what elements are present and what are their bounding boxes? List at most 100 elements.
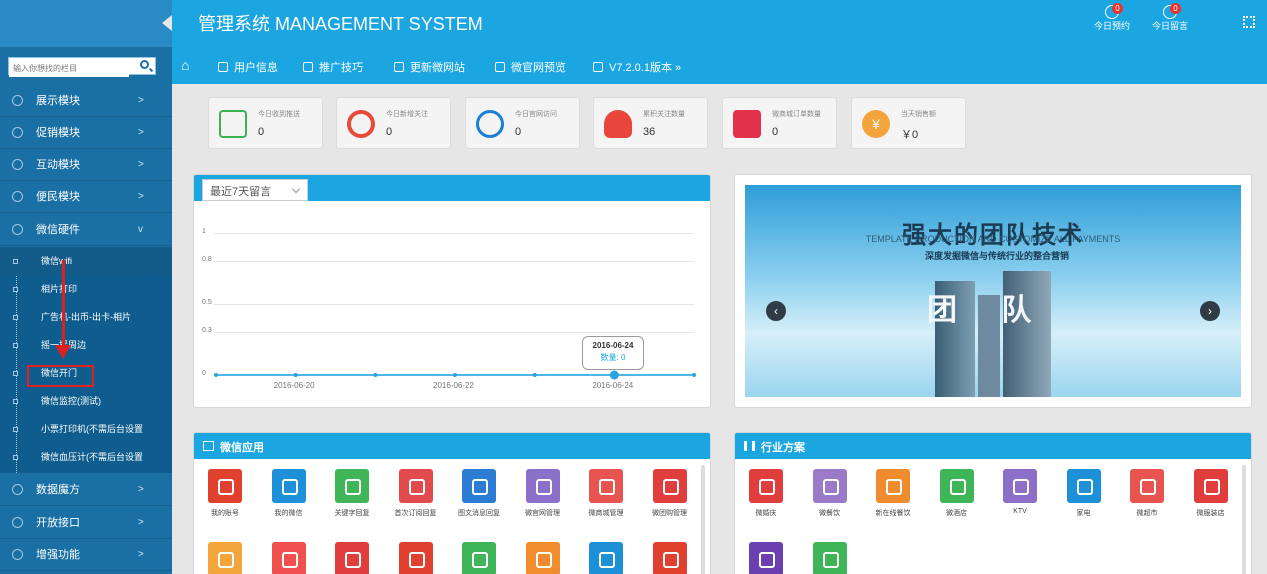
app-tile[interactable]: 微服装店 bbox=[1182, 469, 1240, 518]
app-icon bbox=[335, 469, 369, 503]
tooltip-date: 2016-06-24 bbox=[592, 341, 634, 350]
app-tile[interactable]: 微餐饮 bbox=[801, 469, 859, 518]
stat-title: 今日官网访问 bbox=[515, 111, 557, 118]
nav-user-info[interactable]: 用户信息 bbox=[218, 59, 278, 75]
app-icon bbox=[525, 542, 560, 574]
scrollbar[interactable] bbox=[1242, 465, 1246, 574]
search-input[interactable] bbox=[9, 60, 129, 77]
app-tile[interactable] bbox=[737, 542, 795, 574]
qrcode-icon[interactable] bbox=[1243, 16, 1255, 28]
app-tile[interactable] bbox=[323, 542, 381, 574]
menu-data[interactable]: 数据魔方 > bbox=[0, 474, 172, 506]
data-point[interactable] bbox=[532, 373, 537, 377]
app-icon bbox=[749, 542, 783, 574]
menu-promotion[interactable]: 促销模块 > bbox=[0, 117, 172, 149]
data-point[interactable] bbox=[293, 373, 298, 377]
tree-node-icon bbox=[13, 427, 18, 432]
app-tile[interactable] bbox=[450, 542, 508, 574]
bar-chart-icon bbox=[744, 441, 755, 451]
app-tile[interactable] bbox=[801, 542, 859, 574]
menu-service[interactable]: 便民模块 > bbox=[0, 181, 172, 213]
chevron-right-icon: > bbox=[138, 484, 144, 495]
app-tile[interactable]: 图文消息回复 bbox=[450, 469, 508, 518]
app-tile[interactable]: 微超市 bbox=[1118, 469, 1176, 518]
appointment-button[interactable]: 0 今日预约 bbox=[1094, 3, 1130, 32]
app-tile[interactable]: 我的微信 bbox=[260, 469, 318, 518]
menu-display[interactable]: 展示模块 > bbox=[0, 85, 172, 117]
submenu-printer[interactable]: 小票打印机(不需后台设置 bbox=[0, 415, 172, 443]
nav-update-site[interactable]: 更新微网站 bbox=[394, 59, 465, 75]
app-tile[interactable]: 关键字回复 bbox=[323, 469, 381, 518]
menu-hardware[interactable]: 微信硬件 v bbox=[0, 214, 172, 246]
globe-icon bbox=[394, 62, 404, 72]
data-point[interactable] bbox=[692, 373, 696, 377]
app-tile[interactable] bbox=[577, 542, 635, 574]
app-icon bbox=[652, 542, 687, 574]
menu-interaction[interactable]: 互动模块 > bbox=[0, 149, 172, 181]
app-tile[interactable]: 微团购管理 bbox=[641, 469, 699, 518]
submenu-wifi[interactable]: 微信wifi bbox=[0, 247, 172, 275]
app-icon bbox=[749, 469, 783, 503]
tag-icon bbox=[12, 127, 23, 138]
app-tile[interactable] bbox=[260, 542, 318, 574]
app-tile[interactable] bbox=[196, 542, 254, 574]
data-point[interactable] bbox=[214, 373, 218, 377]
data-point[interactable] bbox=[609, 370, 619, 380]
app-tile[interactable] bbox=[514, 542, 572, 574]
stat-value: 36 bbox=[643, 126, 656, 138]
menu-label: 数据魔方 bbox=[36, 484, 80, 496]
app-tile[interactable]: 我的账号 bbox=[196, 469, 254, 518]
app-label: 微官网管理 bbox=[525, 510, 560, 517]
menu-enhance[interactable]: 增强功能 > bbox=[0, 539, 172, 571]
app-tile[interactable]: 首次订阅回复 bbox=[387, 469, 445, 518]
nav-label: 用户信息 bbox=[234, 62, 278, 74]
tree-node-icon bbox=[13, 315, 18, 320]
search-box bbox=[8, 57, 156, 77]
nav-preview[interactable]: 微官网预览 bbox=[495, 59, 566, 75]
message-button[interactable]: 0 今日留言 bbox=[1152, 3, 1189, 32]
link-icon bbox=[12, 549, 23, 560]
submenu-photo-print[interactable]: 相片打印 bbox=[0, 275, 172, 303]
carousel-prev-button[interactable]: ‹ bbox=[766, 301, 786, 321]
data-point[interactable] bbox=[373, 373, 378, 377]
app-tile[interactable] bbox=[641, 542, 699, 574]
carousel-next-button[interactable]: › bbox=[1200, 301, 1220, 321]
industry-panel-header: 行业方案 bbox=[735, 433, 1251, 459]
chat-icon bbox=[219, 110, 247, 138]
user-icon: 0 bbox=[1105, 3, 1123, 19]
highlight-box bbox=[27, 365, 94, 387]
x-tick-label: 2016-06-22 bbox=[433, 381, 474, 390]
data-point[interactable] bbox=[453, 373, 457, 377]
app-label: 微婚庆 bbox=[755, 510, 777, 517]
chevron-down-icon: v bbox=[138, 224, 143, 235]
app-label: 微餐饮 bbox=[819, 510, 840, 517]
app-tile[interactable]: 微酒店 bbox=[928, 469, 986, 518]
nav-promo[interactable]: 推广技巧 bbox=[303, 59, 363, 75]
submenu-bp[interactable]: 微信血压计(不需后台设置 bbox=[0, 443, 172, 471]
app-tile[interactable]: KTV bbox=[991, 469, 1049, 515]
app-tile[interactable]: 微婚庆 bbox=[737, 469, 795, 518]
submenu-monitor[interactable]: 微信监控(测试) bbox=[0, 387, 172, 415]
submenu-shake[interactable]: 摇一摇周边 bbox=[0, 331, 172, 359]
nav-label: 推广技巧 bbox=[319, 62, 363, 74]
home-icon[interactable]: ⌂ bbox=[181, 57, 189, 73]
app-tile[interactable] bbox=[387, 542, 445, 574]
app-icon bbox=[589, 469, 623, 503]
menu-label: 促销模块 bbox=[36, 127, 80, 139]
search-icon[interactable] bbox=[140, 60, 149, 69]
app-tile[interactable]: 微官网管理 bbox=[514, 469, 572, 518]
menu-label: 开放接口 bbox=[36, 517, 80, 529]
app-tile[interactable]: 微商城管理 bbox=[577, 469, 635, 518]
chart-tooltip: 2016-06-24 数量: 0 bbox=[582, 336, 644, 370]
submenu-label: 微信wifi bbox=[41, 256, 72, 266]
app-tile[interactable]: 新在线餐饮 bbox=[864, 469, 922, 518]
app-label: 微超市 bbox=[1136, 510, 1158, 517]
app-icon bbox=[462, 469, 496, 503]
menu-api[interactable]: 开放接口 > bbox=[0, 507, 172, 539]
app-tile[interactable]: 家电 bbox=[1055, 469, 1113, 518]
scrollbar[interactable] bbox=[701, 465, 705, 574]
nav-version[interactable]: V7.2.0.1版本 » bbox=[593, 59, 681, 75]
version-icon bbox=[593, 62, 603, 72]
message-label: 今日留言 bbox=[1152, 21, 1189, 31]
submenu-ad-machine[interactable]: 广告机-出币-出卡-相片 bbox=[0, 303, 172, 331]
